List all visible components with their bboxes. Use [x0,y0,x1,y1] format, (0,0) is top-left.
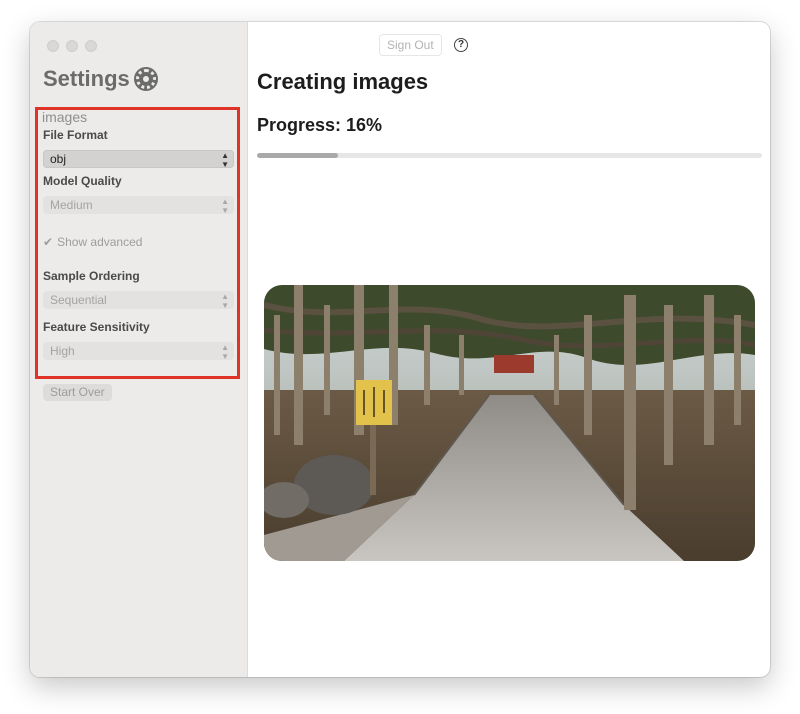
section-title: images [42,109,88,125]
sidebar-header: Settings [43,66,156,92]
sign-out-button[interactable]: Sign Out [379,34,442,56]
progress-label: Progress: 16% [257,115,383,135]
file-format-label: File Format [43,128,108,142]
chevron-up-down-icon: ▲ ▼ [221,343,229,361]
page-title: Creating images [257,69,429,94]
sample-ordering-select[interactable]: Sequential ▲ ▼ [43,291,234,310]
feature-sensitivity-select[interactable]: High ▲ ▼ [43,342,234,361]
file-format-select[interactable]: obj ▲ ▼ [43,150,234,169]
model-quality-select[interactable]: Medium ▲ ▼ [43,196,234,215]
chevron-up-down-icon: ▲ ▼ [221,151,229,169]
file-format-value: obj [50,152,67,166]
show-advanced-label: Show advanced [57,235,143,249]
zoom-window-button[interactable] [85,40,97,52]
sample-ordering-value: Sequential [50,293,107,307]
settings-sidebar: Settings images File Format obj ▲ ▼ Model… [30,22,248,677]
window-controls [47,40,97,52]
progress-bar [257,153,762,158]
chevron-up-down-icon: ▲ ▼ [221,292,229,310]
sidebar-title: Settings [43,66,130,91]
app-window: Settings images File Format obj ▲ ▼ Model… [30,22,770,677]
feature-sensitivity-label: Feature Sensitivity [43,320,150,334]
chevron-up-down-icon: ▲ ▼ [221,197,229,215]
start-over-button[interactable]: Start Over [43,384,112,401]
show-advanced-checkbox[interactable]: ✔ Show advanced [43,235,142,249]
gear-icon [135,69,156,89]
sample-ordering-label: Sample Ordering [43,269,140,283]
question-circle-icon[interactable]: ? [454,38,468,52]
main-content: Sign Out ? Creating images Progress: 16% [248,22,770,677]
model-quality-label: Model Quality [43,174,122,188]
preview-image [264,285,755,561]
close-window-button[interactable] [47,40,59,52]
model-quality-value: Medium [50,198,93,212]
feature-sensitivity-value: High [50,344,75,358]
minimize-window-button[interactable] [66,40,78,52]
checkmark-icon: ✔ [43,235,54,249]
progress-bar-fill [257,153,338,158]
